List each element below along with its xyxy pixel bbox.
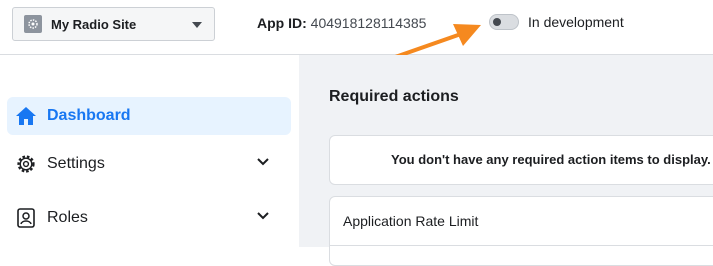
sidebar: Dashboard Settings Roles (0, 55, 299, 247)
app-switcher-dropdown[interactable]: My Radio Site (12, 7, 215, 41)
main-content: Required actions You don't have any requ… (299, 55, 713, 266)
sidebar-item-settings[interactable]: Settings (7, 145, 291, 183)
gear-icon (15, 153, 37, 175)
app-gear-icon (24, 15, 42, 33)
sidebar-item-label: Settings (47, 155, 105, 172)
required-actions-empty-message: You don't have any required action items… (391, 152, 711, 167)
app-name: My Radio Site (51, 16, 137, 32)
chevron-down-icon[interactable] (257, 158, 269, 166)
caret-down-icon (192, 22, 202, 28)
rate-limit-card: Application Rate Limit (329, 196, 713, 266)
chevron-down-icon[interactable] (257, 212, 269, 220)
sidebar-item-label: Roles (47, 209, 88, 226)
development-mode-toggle[interactable] (489, 14, 519, 30)
id-card-icon (15, 207, 37, 229)
required-actions-card: You don't have any required action items… (329, 135, 713, 185)
sidebar-item-roles[interactable]: Roles (7, 199, 291, 237)
divider (330, 245, 713, 246)
sidebar-item-dashboard[interactable]: Dashboard (7, 97, 291, 135)
toggle-knob (493, 18, 501, 26)
rate-limit-title: Application Rate Limit (343, 213, 479, 229)
required-actions-title: Required actions (329, 88, 459, 105)
sidebar-item-label: Dashboard (47, 107, 131, 124)
app-id-label: App ID: (257, 15, 307, 31)
house-icon (15, 105, 37, 127)
development-mode-label: In development (528, 14, 624, 30)
